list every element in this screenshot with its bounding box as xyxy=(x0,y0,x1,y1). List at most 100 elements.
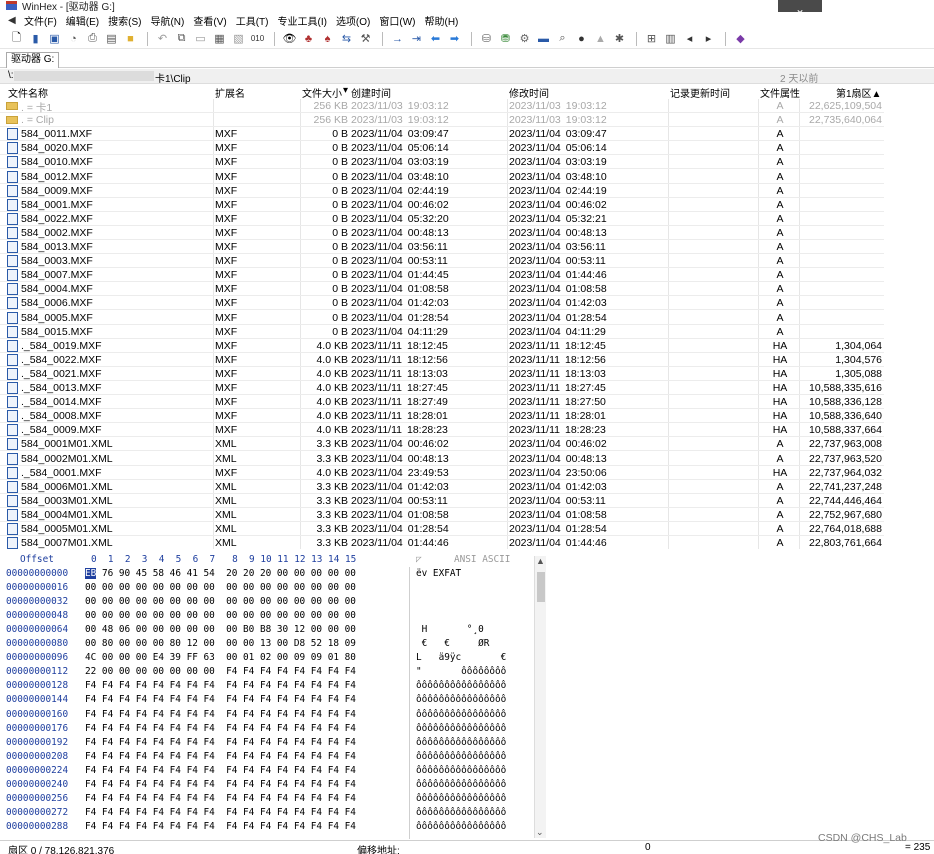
print-icon[interactable]: ⎙ xyxy=(84,31,101,47)
file-row[interactable]: ._584_0021.MXF MXF 4.0 KB HA 1,305,088 2023/1… xyxy=(0,367,884,381)
hex-cursor-byte[interactable]: EB xyxy=(85,568,97,579)
hex-bytes[interactable]: F4 F4 F4 F4 F4 F4 F4 F4 F4 F4 F4 F4 F4 F… xyxy=(85,807,356,818)
file-row[interactable]: 584_0002.MXF MXF 0 B A 2023/11/04 00:48:13 202… xyxy=(0,226,884,240)
hex-ascii[interactable]: ôôôôôôôôôôôôôôôô xyxy=(416,737,506,748)
file-row[interactable]: ._584_0001.MXF MXF 4.0 KB HA 22,737,964,032 2… xyxy=(0,466,884,480)
file-row[interactable]: 584_0001M01.XML XML 3.3 KB A 22,737,963,008 2… xyxy=(0,437,884,452)
record-icon[interactable]: ● xyxy=(573,31,590,47)
file-row[interactable]: . = 卡1 256 KB A 22,625,109,504 2023/11/03 19:… xyxy=(0,99,884,114)
hex-ascii[interactable]: H °¸0 xyxy=(416,624,484,635)
new-file-icon[interactable]: 🗋 xyxy=(8,31,25,47)
hex-ascii[interactable]: L ä9ÿc € xyxy=(416,652,506,663)
copy-icon[interactable]: ⧉ xyxy=(173,31,190,47)
file-row[interactable]: 584_0010.MXF MXF 0 B A 2023/11/04 03:03:19 202… xyxy=(0,155,884,170)
menu-navigate[interactable]: 导航(N) xyxy=(150,13,184,28)
hex-ascii[interactable]: ôôôôôôôôôôôôôôôô xyxy=(416,765,506,776)
hex-line[interactable]: 00000000096 4C 00 00 00 E4 39 FF 63 00 01… xyxy=(0,652,548,666)
menu-file[interactable]: 文件(F) xyxy=(24,13,57,28)
search-folder-icon[interactable]: ⌕ xyxy=(554,31,571,47)
hex-line[interactable]: 00000000160 F4 F4 F4 F4 F4 F4 F4 F4 F4 F4… xyxy=(0,709,548,723)
scroll-up-icon[interactable]: ▲ xyxy=(536,556,545,566)
file-row[interactable]: ._584_0009.MXF MXF 4.0 KB HA 10,588,337,664 2… xyxy=(0,423,884,438)
hex-ascii[interactable]: ôôôôôôôôôôôôôôôô xyxy=(416,751,506,762)
menu-back-icon[interactable]: ◀ xyxy=(8,15,22,26)
diamond-icon[interactable]: ◆ xyxy=(732,31,749,47)
file-row[interactable]: 584_0007M01.XML XML 3.3 KB A 22,803,761,664 2… xyxy=(0,536,884,549)
hex-line[interactable]: 00000000112 22 00 00 00 00 00 00 00 F4 F4… xyxy=(0,666,548,680)
hex-line[interactable]: 00000000032 00 00 00 00 00 00 00 00 00 00… xyxy=(0,596,548,610)
hex-ascii[interactable]: ôôôôôôôôôôôôôôôô xyxy=(416,821,506,832)
hex-bytes[interactable]: 00 00 00 00 00 00 00 00 00 00 00 00 00 0… xyxy=(85,582,356,593)
goto-offset-icon[interactable]: ⇥ xyxy=(408,31,425,47)
write-icon[interactable]: 010 xyxy=(249,31,266,47)
hex-line[interactable]: 00000000064 00 48 06 00 00 00 00 00 00 B0… xyxy=(0,624,548,638)
hex-line[interactable]: 00000000048 00 00 00 00 00 00 00 00 00 00… xyxy=(0,610,548,624)
hex-bytes[interactable]: F4 F4 F4 F4 F4 F4 F4 F4 F4 F4 F4 F4 F4 F… xyxy=(85,709,356,720)
cursor-icon[interactable]: ▸ xyxy=(700,31,717,47)
col-name[interactable]: 文件名称 xyxy=(8,85,48,100)
file-row[interactable]: 584_0011.MXF MXF 0 B A 2023/11/04 03:09:47 202… xyxy=(0,127,884,142)
paste-icon[interactable]: ▦ xyxy=(211,31,228,47)
menu-help[interactable]: 帮助(H) xyxy=(425,13,459,28)
hex-bytes[interactable]: 00 80 00 00 00 80 12 00 00 00 13 00 D8 5… xyxy=(85,638,356,649)
hex-bytes[interactable]: EB 76 90 45 58 46 41 54 20 20 20 00 00 0… xyxy=(85,568,356,579)
goto-icon[interactable]: → xyxy=(389,31,406,47)
hex-bytes[interactable]: F4 F4 F4 F4 F4 F4 F4 F4 F4 F4 F4 F4 F4 F… xyxy=(85,779,356,790)
file-row[interactable]: . = Clip 256 KB A 22,735,640,064 2023/11/03 1… xyxy=(0,113,884,128)
hex-header-charset[interactable]: ANSI ASCII xyxy=(454,554,510,565)
hex-ascii[interactable]: ôôôôôôôôôôôôôôôô xyxy=(416,694,506,705)
col-ctime[interactable]: 创建时间 xyxy=(351,85,391,100)
find-hex-icon[interactable]: ♣ xyxy=(300,31,317,47)
file-row[interactable]: 584_0020.MXF MXF 0 B A 2023/11/04 05:06:14 202… xyxy=(0,141,884,156)
file-row[interactable]: 584_0009.MXF MXF 0 B A 2023/11/04 02:44:19 202… xyxy=(0,184,884,198)
hex-ascii[interactable]: ôôôôôôôôôôôôôôôô xyxy=(416,709,506,720)
hex-bytes[interactable]: F4 F4 F4 F4 F4 F4 F4 F4 F4 F4 F4 F4 F4 F… xyxy=(85,694,356,705)
grid-icon[interactable]: ⊞ xyxy=(643,31,660,47)
file-row[interactable]: 584_0012.MXF MXF 0 B A 2023/11/04 03:48:10 202… xyxy=(0,170,884,184)
file-row[interactable]: 584_0004.MXF MXF 0 B A 2023/11/04 01:08:58 202… xyxy=(0,282,884,297)
undo-icon[interactable]: ↶ xyxy=(154,31,171,47)
hex-line[interactable]: 00000000176 F4 F4 F4 F4 F4 F4 F4 F4 F4 F4… xyxy=(0,723,548,737)
disk-icon[interactable]: ◔ xyxy=(65,31,82,47)
scroll-down-icon[interactable]: ⌄ xyxy=(536,827,544,838)
menu-search[interactable]: 搜索(S) xyxy=(108,13,141,28)
hex-bytes[interactable]: F4 F4 F4 F4 F4 F4 F4 F4 F4 F4 F4 F4 F4 F… xyxy=(85,680,356,691)
hex-bytes[interactable]: 00 00 00 00 00 00 00 00 00 00 00 00 00 0… xyxy=(85,610,356,621)
hex-bytes[interactable]: F4 F4 F4 F4 F4 F4 F4 F4 F4 F4 F4 F4 F4 F… xyxy=(85,723,356,734)
file-row[interactable]: 584_0005M01.XML XML 3.3 KB A 22,764,018,688 2… xyxy=(0,522,884,536)
hex-line[interactable]: 00000000256 F4 F4 F4 F4 F4 F4 F4 F4 F4 F4… xyxy=(0,793,548,807)
disk-edit-icon[interactable]: ⛁ xyxy=(478,31,495,47)
tools-icon[interactable]: ⚙ xyxy=(516,31,533,47)
hex-ascii[interactable]: ëv EXFAT xyxy=(416,568,461,579)
col-mtime[interactable]: 修改时间 xyxy=(509,85,549,100)
col-size[interactable]: 文件大小 xyxy=(302,85,342,100)
file-row[interactable]: 584_0022.MXF MXF 0 B A 2023/11/04 05:32:20 202… xyxy=(0,212,884,226)
file-row[interactable]: 584_0007.MXF MXF 0 B A 2023/11/04 01:44:45 202… xyxy=(0,268,884,283)
find-text-icon[interactable]: ♠ xyxy=(319,31,336,47)
bookmark-icon[interactable]: ▲ xyxy=(592,31,609,47)
replace-hex-icon[interactable]: ⚒ xyxy=(357,31,374,47)
menu-view[interactable]: 查看(V) xyxy=(193,13,226,28)
hex-line[interactable]: 00000000224 F4 F4 F4 F4 F4 F4 F4 F4 F4 F4… xyxy=(0,765,548,779)
calculator-icon[interactable]: ▬ xyxy=(535,31,552,47)
hex-line[interactable]: 00000000208 F4 F4 F4 F4 F4 F4 F4 F4 F4 F4… xyxy=(0,751,548,765)
file-row[interactable]: ._584_0014.MXF MXF 4.0 KB HA 10,588,336,128 2… xyxy=(0,395,884,410)
file-row[interactable]: 584_0003M01.XML XML 3.3 KB A 22,744,446,464 2… xyxy=(0,494,884,508)
col-attr[interactable]: 文件属性 xyxy=(760,85,800,100)
file-row[interactable]: ._584_0022.MXF MXF 4.0 KB HA 1,304,576 2023/1… xyxy=(0,353,884,367)
menu-tools[interactable]: 工具(T) xyxy=(236,13,269,28)
ram-icon[interactable]: ⛃ xyxy=(497,31,514,47)
settings-icon[interactable]: ✱ xyxy=(611,31,628,47)
hex-line[interactable]: 00000000000 EB 76 90 45 58 46 41 54 20 20… xyxy=(0,568,548,582)
hex-ascii[interactable]: ôôôôôôôôôôôôôôôô xyxy=(416,779,506,790)
hex-line[interactable]: 00000000272 F4 F4 F4 F4 F4 F4 F4 F4 F4 F4… xyxy=(0,807,548,821)
hex-line[interactable]: 00000000128 F4 F4 F4 F4 F4 F4 F4 F4 F4 F4… xyxy=(0,680,548,694)
scroll-thumb[interactable] xyxy=(537,572,545,602)
col-sector[interactable]: 第1扇区▲ xyxy=(836,85,881,100)
hex-scrollbar[interactable]: ▲ ⌄ xyxy=(534,556,546,838)
hex-bytes[interactable]: F4 F4 F4 F4 F4 F4 F4 F4 F4 F4 F4 F4 F4 F… xyxy=(85,821,356,832)
paste-special-icon[interactable]: ▧ xyxy=(230,31,247,47)
hex-ascii[interactable]: " ôôôôôôôô xyxy=(416,666,506,677)
hex-ascii[interactable]: ôôôôôôôôôôôôôôôô xyxy=(416,723,506,734)
file-row[interactable]: 584_0006M01.XML XML 3.3 KB A 22,741,237,248 2… xyxy=(0,480,884,494)
